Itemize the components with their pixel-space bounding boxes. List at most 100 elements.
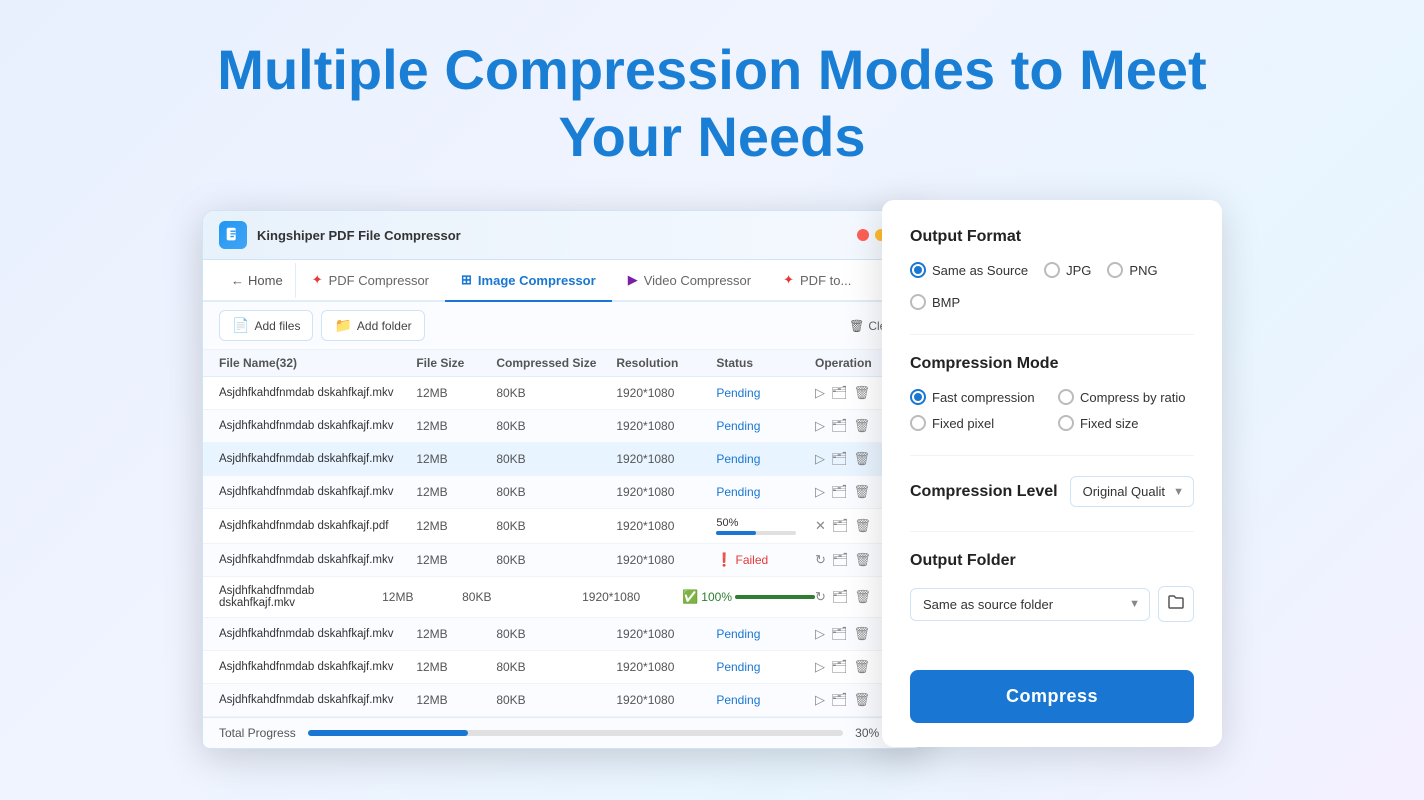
retry-icon[interactable]: ↻: [815, 589, 826, 605]
col-resolution: Resolution: [616, 356, 716, 370]
delete-icon[interactable]: 🗑: [854, 484, 871, 500]
status-pending: Pending: [716, 693, 815, 707]
compression-level-title: Compression Level: [910, 483, 1058, 501]
add-folder-button[interactable]: 📁 Add folder: [321, 310, 424, 341]
radio-fixed-pixel[interactable]: Fixed pixel: [910, 415, 1046, 431]
delete-icon[interactable]: 🗑: [854, 659, 871, 675]
play-icon[interactable]: ▷: [815, 418, 825, 434]
table-row: Asjdhfkahdfnmdab dskahfkajf.mkv 12MB 80K…: [203, 544, 921, 577]
file-size: 12MB: [416, 660, 496, 674]
tab-video-compressor[interactable]: ▶ Video Compressor: [612, 260, 767, 302]
compressed-size: 80KB: [496, 386, 616, 400]
compression-mode-options: Fast compression Compress by ratio Fixed…: [910, 389, 1194, 431]
delete-icon[interactable]: 🗑: [854, 589, 871, 605]
compressed-size: 80KB: [496, 452, 616, 466]
compressed-size: 80KB: [496, 519, 616, 533]
folder-icon[interactable]: 🗂: [831, 418, 848, 434]
tab-pdf-convert[interactable]: ✦ PDF to...: [767, 260, 867, 302]
folder-icon[interactable]: 🗂: [831, 451, 848, 467]
radio-bmp[interactable]: BMP: [910, 294, 960, 310]
settings-panel: Output Format Same as Source JPG PNG: [882, 200, 1222, 747]
output-folder-select[interactable]: Same as source folder Custom folder...: [910, 588, 1150, 621]
play-icon[interactable]: ▷: [815, 484, 825, 500]
play-icon[interactable]: ▷: [815, 626, 825, 642]
tab-pdf-compressor[interactable]: ✦ PDF Compressor: [296, 260, 445, 302]
file-size: 12MB: [416, 419, 496, 433]
compression-mode-title: Compression Mode: [910, 355, 1194, 373]
table-row: Asjdhfkahdfnmdab dskahfkajf.mkv 12MB 80K…: [203, 618, 921, 651]
delete-icon[interactable]: 🗑: [854, 418, 871, 434]
folder-icon[interactable]: 🗂: [831, 484, 848, 500]
status-success: ✅ 100%: [682, 589, 815, 605]
status-progress: 50%: [716, 517, 815, 535]
file-name: Asjdhfkahdfnmdab dskahfkajf.mkv: [219, 554, 416, 566]
total-progress-label: Total Progress: [219, 726, 296, 740]
clear-icon: 🗑: [849, 319, 864, 333]
radio-jpg[interactable]: JPG: [1044, 262, 1091, 278]
delete-icon[interactable]: 🗑: [854, 626, 871, 642]
file-name: Asjdhfkahdfnmdab dskahfkajf.mkv: [219, 387, 416, 399]
radio-same-as-source[interactable]: Same as Source: [910, 262, 1028, 278]
play-icon[interactable]: ▷: [815, 659, 825, 675]
folder-icon[interactable]: 🗂: [831, 659, 848, 675]
file-name: Asjdhfkahdfnmdab dskahfkajf.mkv: [219, 420, 416, 432]
status-failed: ❗ Failed: [716, 552, 815, 568]
play-icon[interactable]: ▷: [815, 385, 825, 401]
success-icon: ✅: [682, 589, 698, 605]
app-title: Kingshiper PDF File Compressor: [257, 228, 461, 243]
delete-icon[interactable]: 🗑: [854, 451, 871, 467]
tab-image-compressor[interactable]: ⊞ Image Compressor: [445, 260, 612, 302]
cancel-icon[interactable]: ✕: [815, 518, 826, 534]
radio-fast-compression[interactable]: Fast compression: [910, 389, 1046, 405]
status-pending: Pending: [716, 419, 815, 433]
hero-title: Multiple Compression Modes to Meet Your …: [0, 0, 1424, 190]
file-size: 12MB: [382, 590, 462, 604]
radio-fixed-size[interactable]: Fixed size: [1058, 415, 1194, 431]
compressed-size: 80KB: [496, 485, 616, 499]
resolution: 1920*1080: [616, 452, 716, 466]
folder-icon[interactable]: 🗂: [832, 518, 849, 534]
compressed-size: 80KB: [496, 660, 616, 674]
resolution: 1920*1080: [616, 660, 716, 674]
folder-icon[interactable]: 🗂: [831, 692, 848, 708]
delete-icon[interactable]: 🗑: [854, 692, 871, 708]
close-btn[interactable]: [857, 229, 869, 241]
folder-row: Same as source folder Custom folder... ▼: [910, 586, 1194, 622]
col-status: Status: [716, 356, 815, 370]
col-filesize: File Size: [416, 356, 496, 370]
delete-icon[interactable]: 🗑: [854, 552, 871, 568]
compression-level-select-wrapper: Original Quality High Quality Medium Qua…: [1070, 476, 1194, 507]
compress-button[interactable]: Compress: [910, 670, 1194, 723]
pdf-icon: ✦: [312, 272, 323, 288]
divider-1: [910, 334, 1194, 335]
file-size: 12MB: [416, 519, 496, 533]
compression-mode-section: Compression Mode Fast compression Compre…: [910, 355, 1194, 431]
folder-icon[interactable]: 🗂: [832, 552, 849, 568]
compressed-size: 80KB: [496, 419, 616, 433]
add-folder-icon: 📁: [334, 317, 351, 334]
error-icon: ❗: [716, 552, 732, 568]
radio-circle-same-as-source: [910, 262, 926, 278]
compressed-size: 80KB: [496, 553, 616, 567]
folder-icon[interactable]: 🗂: [831, 385, 848, 401]
col-filename: File Name(32): [219, 356, 416, 370]
folder-icon[interactable]: 🗂: [832, 589, 849, 605]
file-size: 12MB: [416, 627, 496, 641]
folder-icon[interactable]: 🗂: [831, 626, 848, 642]
folder-browse-button[interactable]: [1158, 586, 1194, 622]
play-icon[interactable]: ▷: [815, 692, 825, 708]
radio-compress-by-ratio[interactable]: Compress by ratio: [1058, 389, 1194, 405]
total-progress-bar: [308, 730, 843, 736]
divider-3: [910, 531, 1194, 532]
delete-icon[interactable]: 🗑: [854, 385, 871, 401]
play-icon[interactable]: ▷: [815, 451, 825, 467]
delete-icon[interactable]: 🗑: [854, 518, 871, 534]
nav-home[interactable]: ← Home: [219, 263, 296, 298]
add-files-button[interactable]: 📄 Add files: [219, 310, 313, 341]
toolbar: 📄 Add files 📁 Add folder 🗑 Clear: [203, 302, 921, 350]
compressed-size: 80KB: [462, 590, 582, 604]
radio-png[interactable]: PNG: [1107, 262, 1157, 278]
retry-icon[interactable]: ↻: [815, 552, 826, 568]
compression-level-select[interactable]: Original Quality High Quality Medium Qua…: [1070, 476, 1194, 507]
resolution: 1920*1080: [616, 485, 716, 499]
